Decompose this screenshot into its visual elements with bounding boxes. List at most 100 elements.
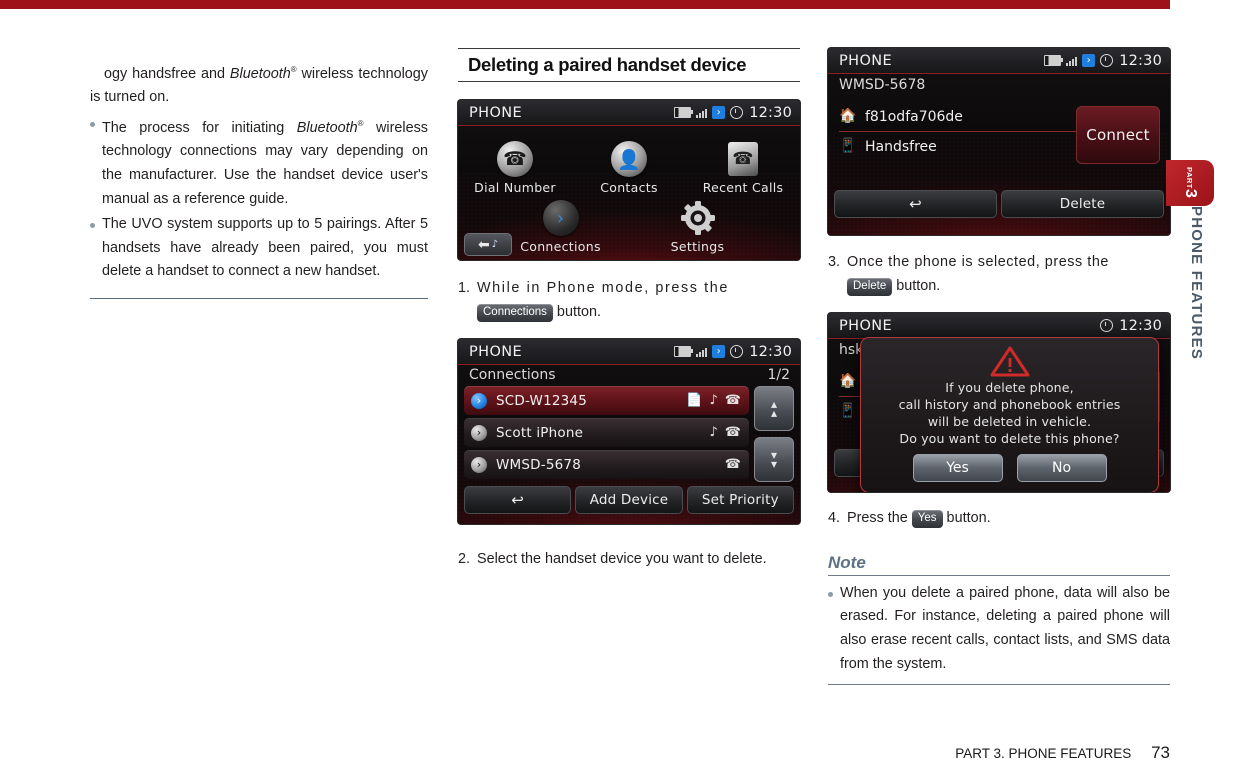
bluetooth-trademark: Bluetooth <box>229 65 291 82</box>
bluetooth-connections-icon: › <box>542 199 580 237</box>
back-icon[interactable]: ↩ <box>464 486 572 515</box>
bluetooth-icon: › <box>471 456 487 473</box>
music-note-icon: ♪ <box>709 425 718 441</box>
screen-titlebar: PHONE › 12:30 <box>458 100 800 126</box>
back-icon[interactable]: ↩ <box>834 190 997 218</box>
status-icons: › 12:30 <box>674 344 792 360</box>
detail-label: f81odfa706de <box>865 108 963 125</box>
signal-icon <box>1066 56 1078 66</box>
headunit-screenshot-delete-confirm: PHONE 12:30 hsk 🏠 📱 ect ↵ <box>828 313 1170 493</box>
dialog-message-line: call history and phonebook entries <box>898 397 1121 413</box>
back-glyph: ↩ <box>511 491 525 510</box>
left-column: ogy handsfree and Bluetooth® wireless te… <box>90 58 428 299</box>
handset-icon: ☎ <box>724 393 741 409</box>
bullet-item: The UVO system supports up to 5 pairings… <box>90 213 428 284</box>
home-icon: 🏠 <box>839 108 857 124</box>
handset-icon: ☎ <box>724 457 741 473</box>
list-item[interactable]: › WMSD-5678 ☎ <box>464 450 749 480</box>
device-capability-icons: 📄 ♪ ☎ <box>686 393 741 408</box>
device-name: Scott iPhone <box>496 424 584 441</box>
back-glyph: ↩ <box>909 195 922 213</box>
status-icons: › 12:30 <box>1044 53 1162 69</box>
no-button[interactable]: No <box>1016 454 1107 483</box>
settings-gear-icon <box>679 199 717 237</box>
screen-title: PHONE <box>469 104 523 121</box>
note-heading: Note <box>828 553 1170 576</box>
scroll-down-icon[interactable]: ▾ ▾ <box>754 437 794 483</box>
delete-button[interactable]: Delete <box>1001 190 1164 218</box>
side-tab-section-label: PHONE FEATURES <box>1188 206 1205 361</box>
bullet-text-1: The process for initiating <box>102 119 297 136</box>
warning-triangle-icon <box>990 346 1029 377</box>
dial-number-icon: ☎ <box>496 140 534 178</box>
handsfree-icon: 📱 <box>839 138 857 154</box>
list-item[interactable]: › SCD-W12345 📄 ♪ ☎ <box>464 386 749 416</box>
step-text: Select the handset device you want to de… <box>477 551 767 568</box>
step-2: 2. Select the handset device you want to… <box>458 548 800 572</box>
device-name: SCD-W12345 <box>496 392 588 409</box>
bullet-text-1: The UVO system supports up to 5 pairings… <box>102 216 428 280</box>
screen-subtitle-row: Connections 1/2 <box>458 365 800 386</box>
screen-subtitle: Connections <box>469 367 556 384</box>
phonebook-icon: 📄 <box>686 393 703 409</box>
menu-item-dial-number[interactable]: ☎ Dial Number <box>465 140 565 195</box>
menu-label: Settings <box>670 239 725 254</box>
battery-icon <box>674 107 694 118</box>
menu-item-contacts[interactable]: 👤 Contacts <box>579 140 679 195</box>
phone-menu-grid: ☎ Dial Number 👤 Contacts ☎ Recent Calls <box>458 126 800 260</box>
menu-label: Recent Calls <box>702 180 784 195</box>
step-number: 4. <box>828 510 841 527</box>
yes-button[interactable]: Yes <box>912 454 1003 483</box>
back-icon[interactable]: ⬅ ♪ <box>464 233 512 256</box>
section-heading: Deleting a paired handset device <box>458 48 800 82</box>
contacts-icon: 👤 <box>610 140 648 178</box>
side-tab-part-marker: PART 3 <box>1166 160 1214 206</box>
status-icons: 12:30 <box>1100 318 1162 334</box>
step-text-after: button. <box>892 277 941 294</box>
dialog-buttons: Yes No <box>871 454 1148 483</box>
note-divider <box>828 684 1170 686</box>
connect-button[interactable]: Connect <box>1076 106 1160 164</box>
note-bullet: When you delete a paired phone, data wil… <box>828 582 1170 676</box>
screen-title: PHONE <box>839 52 893 69</box>
step-text-before: While in Phone mode, press the <box>477 280 729 296</box>
dialog-message: If you delete phone, call history and ph… <box>871 379 1148 447</box>
side-tab-inner: PART 3 <box>1166 160 1214 206</box>
device-list: › SCD-W12345 📄 ♪ ☎ › Scott iPhone ♪ ☎ › … <box>458 386 800 483</box>
clock-time: 12:30 <box>1119 317 1162 334</box>
dialog-message-line: will be deleted in vehicle. <box>927 414 1092 430</box>
middle-column: Deleting a paired handset device PHONE ›… <box>458 48 800 572</box>
delete-keycap[interactable]: Delete <box>847 277 893 296</box>
screen-titlebar: PHONE › 12:30 <box>828 48 1170 74</box>
detail-label: Handsfree <box>865 138 937 155</box>
dialog-message-line: Do you want to delete this phone? <box>899 431 1120 447</box>
clock-time: 12:30 <box>749 104 792 121</box>
bluetooth-icon: › <box>1082 54 1096 67</box>
list-item[interactable]: › Scott iPhone ♪ ☎ <box>464 418 749 448</box>
bullet-item: The process for initiating Bluetooth® wi… <box>90 112 428 211</box>
menu-item-settings[interactable]: Settings <box>648 199 748 254</box>
scrollbar-controls[interactable]: ▴ ▴ ▾ ▾ <box>754 386 794 483</box>
scroll-up-icon[interactable]: ▴ ▴ <box>754 386 794 432</box>
add-device-button[interactable]: Add Device <box>575 486 683 515</box>
screen-titlebar: PHONE 12:30 <box>828 313 1170 340</box>
home-icon: 🏠 <box>839 373 857 390</box>
note-section: Note When you delete a paired phone, dat… <box>828 553 1170 686</box>
set-priority-button[interactable]: Set Priority <box>686 486 794 515</box>
headunit-screenshot-device-detail: PHONE › 12:30 WMSD-5678 🏠 f81odfa706de 📱 <box>828 48 1170 235</box>
clock-time: 12:30 <box>1119 52 1162 69</box>
yes-keycap[interactable]: Yes <box>911 510 943 529</box>
device-name: WMSD-5678 <box>496 456 581 473</box>
music-note-icon: ♪ <box>709 393 718 409</box>
menu-item-connections[interactable]: › Connections <box>511 199 611 254</box>
connections-keycap[interactable]: Connections <box>477 303 553 322</box>
clock-icon <box>1100 54 1114 67</box>
selected-device-name: WMSD-5678 <box>839 77 926 93</box>
recent-calls-icon: ☎ <box>724 140 762 178</box>
menu-item-recent-calls[interactable]: ☎ Recent Calls <box>693 140 793 195</box>
screen-title: PHONE <box>469 343 523 360</box>
step-text: While in Phone mode, press the Connectio… <box>477 277 800 324</box>
step-3: 3. Once the phone is selected, press the… <box>828 251 1170 298</box>
screen-footer-buttons: ↩ Add Device Set Priority <box>458 482 800 520</box>
step-1: 1. While in Phone mode, press the Connec… <box>458 277 800 324</box>
